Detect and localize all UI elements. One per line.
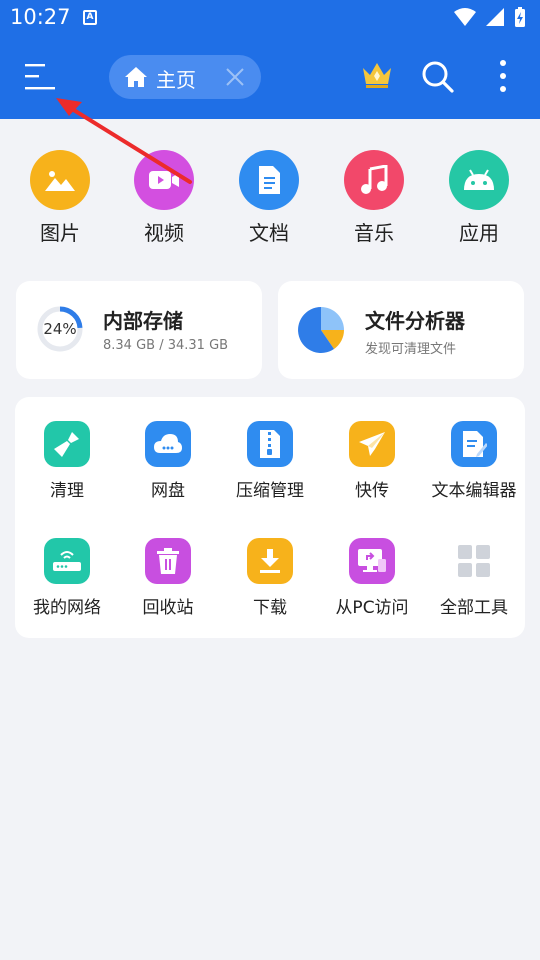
download-icon xyxy=(247,538,293,584)
notification-icon: A xyxy=(83,10,97,25)
music-icon xyxy=(344,150,404,210)
category-label: 音乐 xyxy=(354,221,394,245)
tools-grid: 清理 网盘 压缩管理 快传 文本编辑器 我的网络 回收站 下载 从PC访问 全部… xyxy=(15,397,525,638)
hamburger-menu-button[interactable] xyxy=(25,62,59,92)
tool-label: 清理 xyxy=(50,481,84,501)
tool-quick-send[interactable]: 快传 xyxy=(320,421,424,501)
storage-percent: 24% xyxy=(43,320,77,338)
storage-usage: 8.34 GB / 34.31 GB xyxy=(103,338,229,353)
trash-icon xyxy=(145,538,191,584)
tool-all-tools[interactable]: 全部工具 xyxy=(422,538,526,618)
category-label: 图片 xyxy=(40,221,80,245)
tool-download[interactable]: 下载 xyxy=(218,538,322,618)
tool-label: 网盘 xyxy=(151,481,185,501)
tool-label: 我的网络 xyxy=(33,598,101,618)
zip-icon xyxy=(247,421,293,467)
category-row: 图片 视频 文档 音乐 应用 xyxy=(0,150,540,250)
tool-label: 文本编辑器 xyxy=(431,481,517,501)
tool-label: 全部工具 xyxy=(440,598,508,618)
status-bar: 10:27 A xyxy=(0,0,540,36)
video-icon xyxy=(134,150,194,210)
category-apps[interactable]: 应用 xyxy=(429,150,529,246)
analyzer-subtitle: 发现可清理文件 xyxy=(365,342,457,357)
category-images[interactable]: 图片 xyxy=(10,150,110,246)
close-icon[interactable] xyxy=(224,66,246,92)
category-music[interactable]: 音乐 xyxy=(324,150,424,246)
file-analyzer-card[interactable]: 文件分析器 发现可清理文件 xyxy=(278,281,524,379)
tool-recycle-bin[interactable]: 回收站 xyxy=(116,538,220,618)
home-icon xyxy=(124,66,148,92)
tab-label: 主页 xyxy=(156,68,196,92)
router-icon xyxy=(44,538,90,584)
tool-label: 压缩管理 xyxy=(236,481,304,501)
more-vert-icon xyxy=(500,60,506,92)
tool-pc-access[interactable]: 从PC访问 xyxy=(320,538,424,618)
tool-text-editor[interactable]: 文本编辑器 xyxy=(422,421,526,501)
search-button[interactable] xyxy=(421,60,455,98)
cellular-icon xyxy=(486,8,504,26)
pc-access-icon xyxy=(349,538,395,584)
tool-label: 回收站 xyxy=(142,598,194,618)
tool-label: 快传 xyxy=(355,481,389,501)
more-options-button[interactable] xyxy=(493,58,513,98)
tool-label: 下载 xyxy=(253,598,287,618)
tool-clean[interactable]: 清理 xyxy=(15,421,119,501)
search-icon xyxy=(422,61,454,93)
paper-plane-icon xyxy=(349,421,395,467)
tool-cloud-drive[interactable]: 网盘 xyxy=(116,421,220,501)
hamburger-menu-icon xyxy=(25,64,55,90)
broom-icon xyxy=(44,421,90,467)
tool-zip-manager[interactable]: 压缩管理 xyxy=(218,421,322,501)
android-icon xyxy=(449,150,509,210)
grid-icon xyxy=(451,538,497,584)
battery-icon xyxy=(515,7,525,27)
storage-title: 内部存储 xyxy=(103,309,183,333)
crown-icon[interactable] xyxy=(361,60,393,94)
internal-storage-card[interactable]: 24% 内部存储 8.34 GB / 34.31 GB xyxy=(16,281,262,379)
status-time: 10:27 xyxy=(10,5,71,29)
tab-home[interactable]: 主页 xyxy=(109,55,261,99)
wifi-icon xyxy=(454,8,476,26)
text-editor-icon xyxy=(451,421,497,467)
cloud-drive-icon xyxy=(145,421,191,467)
tool-my-network[interactable]: 我的网络 xyxy=(15,538,119,618)
app-bar: 10:27 A 主页 xyxy=(0,0,540,119)
tool-label: 从PC访问 xyxy=(335,598,409,618)
analyzer-title: 文件分析器 xyxy=(365,309,465,333)
category-label: 文档 xyxy=(249,221,289,245)
system-icons xyxy=(452,6,532,30)
category-label: 应用 xyxy=(459,221,499,245)
image-icon xyxy=(30,150,90,210)
category-documents[interactable]: 文档 xyxy=(219,150,319,246)
category-label: 视频 xyxy=(144,221,184,245)
document-icon xyxy=(239,150,299,210)
category-videos[interactable]: 视频 xyxy=(114,150,214,246)
pie-chart-icon xyxy=(298,307,345,353)
